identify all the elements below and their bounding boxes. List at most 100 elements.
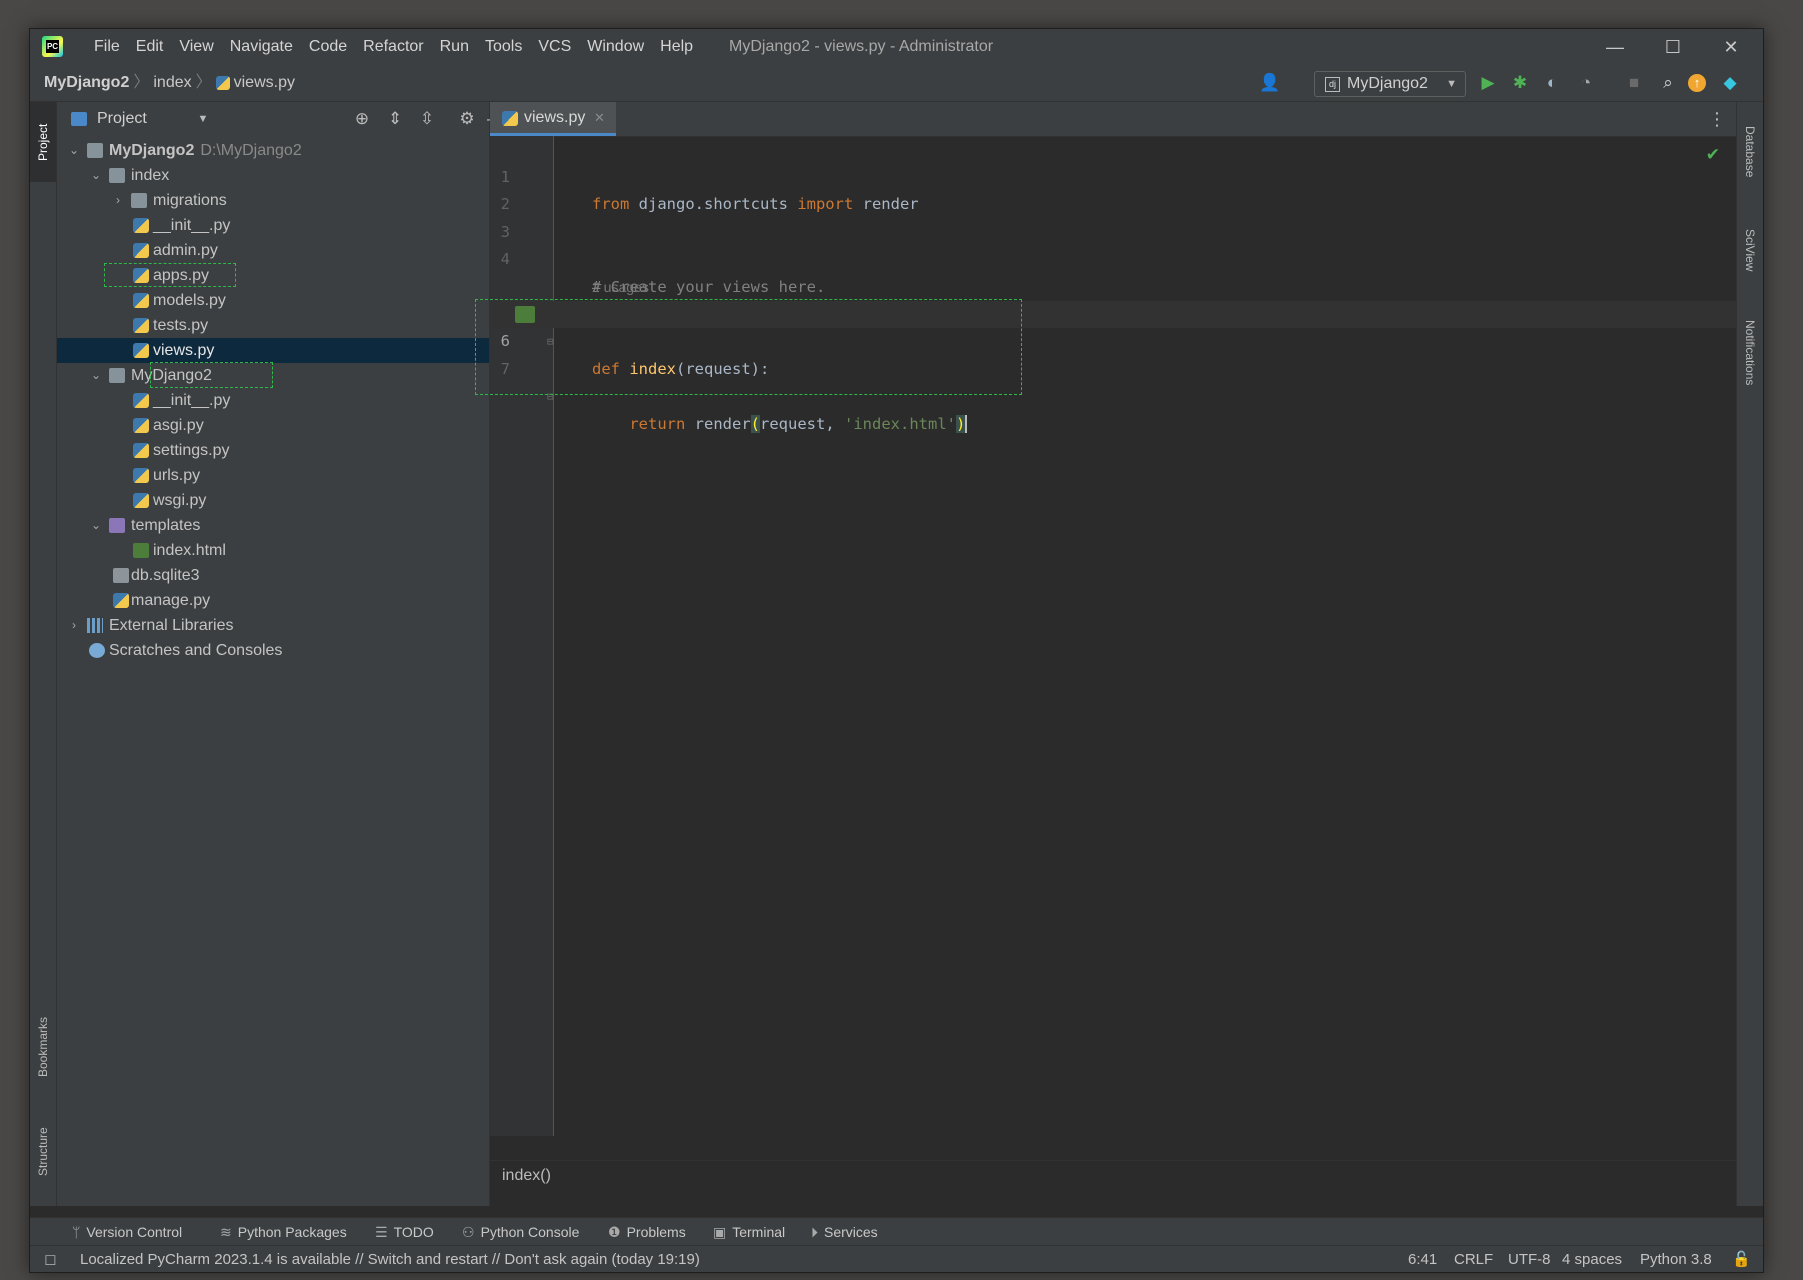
menu-vcs[interactable]: VCS	[530, 29, 579, 65]
code-line-1[interactable]: 1 from django.shortcuts import render	[490, 136, 1736, 214]
tree-item-file[interactable]: __init__.py	[57, 388, 489, 413]
tool-python-console[interactable]: ⚇ Python Console	[462, 1218, 579, 1246]
project-panel-title[interactable]: Project	[97, 102, 147, 136]
code-line-4[interactable]: 4 # Create your views here.	[490, 219, 1736, 296]
minimize-icon[interactable]: —	[1586, 29, 1644, 65]
python-file-icon	[133, 218, 149, 233]
chevron-down-icon[interactable]: ⌄	[89, 163, 103, 188]
tree-item-templates[interactable]: ⌄ templates	[57, 513, 489, 538]
tree-item-file[interactable]: admin.py	[57, 238, 489, 263]
locate-icon[interactable]: ⊕	[350, 107, 374, 131]
tree-item-file[interactable]: __init__.py	[57, 213, 489, 238]
menu-window[interactable]: Window	[579, 29, 652, 65]
chevron-down-icon[interactable]: ▼	[191, 107, 215, 131]
gear-icon[interactable]: ⚙	[455, 107, 479, 131]
more-options-icon[interactable]: ⋮	[1708, 102, 1726, 136]
tool-services[interactable]: ⏵ Services	[811, 1218, 878, 1246]
keyword: return	[629, 414, 686, 433]
tool-python-packages[interactable]: ≋ Python Packages	[220, 1218, 347, 1246]
tab-database[interactable]: Database	[1737, 112, 1763, 192]
code-line-3[interactable]: 3	[490, 191, 1736, 241]
close-tab-icon[interactable]: ✕	[594, 102, 605, 134]
indent-setting[interactable]: 4 spaces	[1562, 1246, 1622, 1272]
tab-structure[interactable]: Structure	[30, 1112, 56, 1192]
tree-item-views-selected[interactable]: views.py	[57, 338, 489, 363]
text-caret	[965, 415, 968, 433]
tool-terminal[interactable]: ▣ Terminal	[713, 1218, 785, 1246]
tree-item-project-root[interactable]: ⌄ MyDjango2 D:\MyDjango2	[57, 138, 489, 163]
maximize-icon[interactable]: ☐	[1644, 29, 1702, 65]
profile-icon[interactable]: ◔	[1574, 71, 1598, 95]
menu-file[interactable]: File	[86, 29, 128, 65]
tree-item-external-libraries[interactable]: › External Libraries	[57, 613, 489, 638]
breadcrumb-folder[interactable]: index	[153, 65, 191, 101]
tree-item-file[interactable]: index.html	[57, 538, 489, 563]
right-tool-strip: Database SciView Notifications	[1736, 102, 1763, 1206]
breadcrumb-file[interactable]: views.py	[234, 65, 295, 101]
status-message[interactable]: Localized PyCharm 2023.1.4 is available …	[80, 1246, 700, 1272]
tab-bookmarks[interactable]: Bookmarks	[30, 1002, 56, 1092]
tree-item-file[interactable]: asgi.py	[57, 413, 489, 438]
menu-view[interactable]: View	[171, 29, 221, 65]
usages-hint-line[interactable]: 2 usages	[490, 246, 1736, 295]
toggle-panels-icon[interactable]: ◻	[44, 1246, 56, 1272]
debug-icon[interactable]: ✱	[1508, 71, 1532, 95]
branch-icon: ᛘ	[72, 1224, 81, 1240]
chevron-down-icon[interactable]: ⌄	[67, 138, 81, 163]
current-function-crumb[interactable]: index()	[502, 1161, 551, 1191]
user-icon[interactable]: 👤	[1258, 71, 1282, 95]
tool-todo[interactable]: ☰ TODO	[375, 1218, 434, 1246]
breadcrumb-project[interactable]: MyDjango2	[44, 65, 129, 101]
tree-item-file[interactable]: settings.py	[57, 438, 489, 463]
terminal-icon: ▣	[713, 1224, 727, 1240]
file-encoding[interactable]: UTF-8	[1508, 1246, 1551, 1272]
update-icon[interactable]: ↑	[1688, 74, 1706, 92]
expand-all-icon[interactable]: ⇕	[383, 107, 407, 131]
caret-position[interactable]: 6:41	[1408, 1246, 1437, 1272]
lock-icon[interactable]: 🔓	[1732, 1246, 1751, 1272]
title-bar: PC File Edit View Navigate Code Refactor…	[30, 29, 1763, 65]
chevron-right-icon[interactable]: ›	[111, 188, 125, 213]
tree-item-label: templates	[131, 517, 201, 534]
menu-edit[interactable]: Edit	[128, 29, 172, 65]
tool-problems[interactable]: ❶ Problems	[608, 1218, 686, 1246]
stop-icon[interactable]: ■	[1622, 71, 1646, 95]
chevron-down-icon[interactable]: ⌄	[89, 513, 103, 538]
code-line-5[interactable]: 5 ⊟ def index(request):	[490, 273, 1736, 378]
collapse-all-icon[interactable]: ⇳	[415, 107, 439, 131]
tab-project[interactable]: Project	[30, 102, 56, 182]
run-config-select[interactable]: dj MyDjango2 ▼	[1314, 71, 1466, 97]
tree-item-file[interactable]: tests.py	[57, 313, 489, 338]
tab-views-py[interactable]: views.py ✕	[490, 102, 616, 136]
code-line-2[interactable]: 2	[490, 164, 1736, 213]
search-icon[interactable]: ⌕	[1656, 71, 1680, 95]
tree-item-file[interactable]: db.sqlite3	[57, 563, 489, 588]
chevron-down-icon[interactable]: ⌄	[89, 363, 103, 388]
tree-item-file[interactable]: manage.py	[57, 588, 489, 613]
chevron-right-icon[interactable]: ›	[67, 613, 81, 638]
menu-run[interactable]: Run	[432, 29, 477, 65]
tree-item-mydjango2-package[interactable]: ⌄ MyDjango2	[57, 363, 489, 388]
coverage-icon[interactable]: ◐	[1540, 71, 1564, 95]
menu-navigate[interactable]: Navigate	[222, 29, 301, 65]
tool-label: Python Console	[480, 1224, 580, 1240]
jetbrains-ai-icon[interactable]: ◆	[1718, 71, 1742, 95]
project-path: D:\MyDjango2	[200, 142, 302, 159]
menu-help[interactable]: Help	[652, 29, 701, 65]
menu-code[interactable]: Code	[301, 29, 355, 65]
tree-item-file[interactable]: urls.py	[57, 463, 489, 488]
tree-item-scratches[interactable]: Scratches and Consoles	[57, 638, 489, 663]
line-separator[interactable]: CRLF	[1454, 1246, 1493, 1272]
python-interpreter[interactable]: Python 3.8	[1640, 1246, 1712, 1272]
run-icon[interactable]: ▶	[1476, 71, 1500, 95]
menu-tools[interactable]: Tools	[477, 29, 530, 65]
tree-item-file[interactable]: models.py	[57, 288, 489, 313]
tab-sciview[interactable]: SciView	[1737, 212, 1763, 288]
tree-item-migrations[interactable]: › migrations	[57, 188, 489, 213]
tree-item-file[interactable]: wsgi.py	[57, 488, 489, 513]
close-window-icon[interactable]: ✕	[1702, 29, 1760, 65]
tree-item-index[interactable]: ⌄ index	[57, 163, 489, 188]
tab-notifications[interactable]: Notifications	[1737, 298, 1763, 408]
menu-refactor[interactable]: Refactor	[355, 29, 431, 65]
tool-version-control[interactable]: ᛘ Version Control	[72, 1218, 182, 1246]
